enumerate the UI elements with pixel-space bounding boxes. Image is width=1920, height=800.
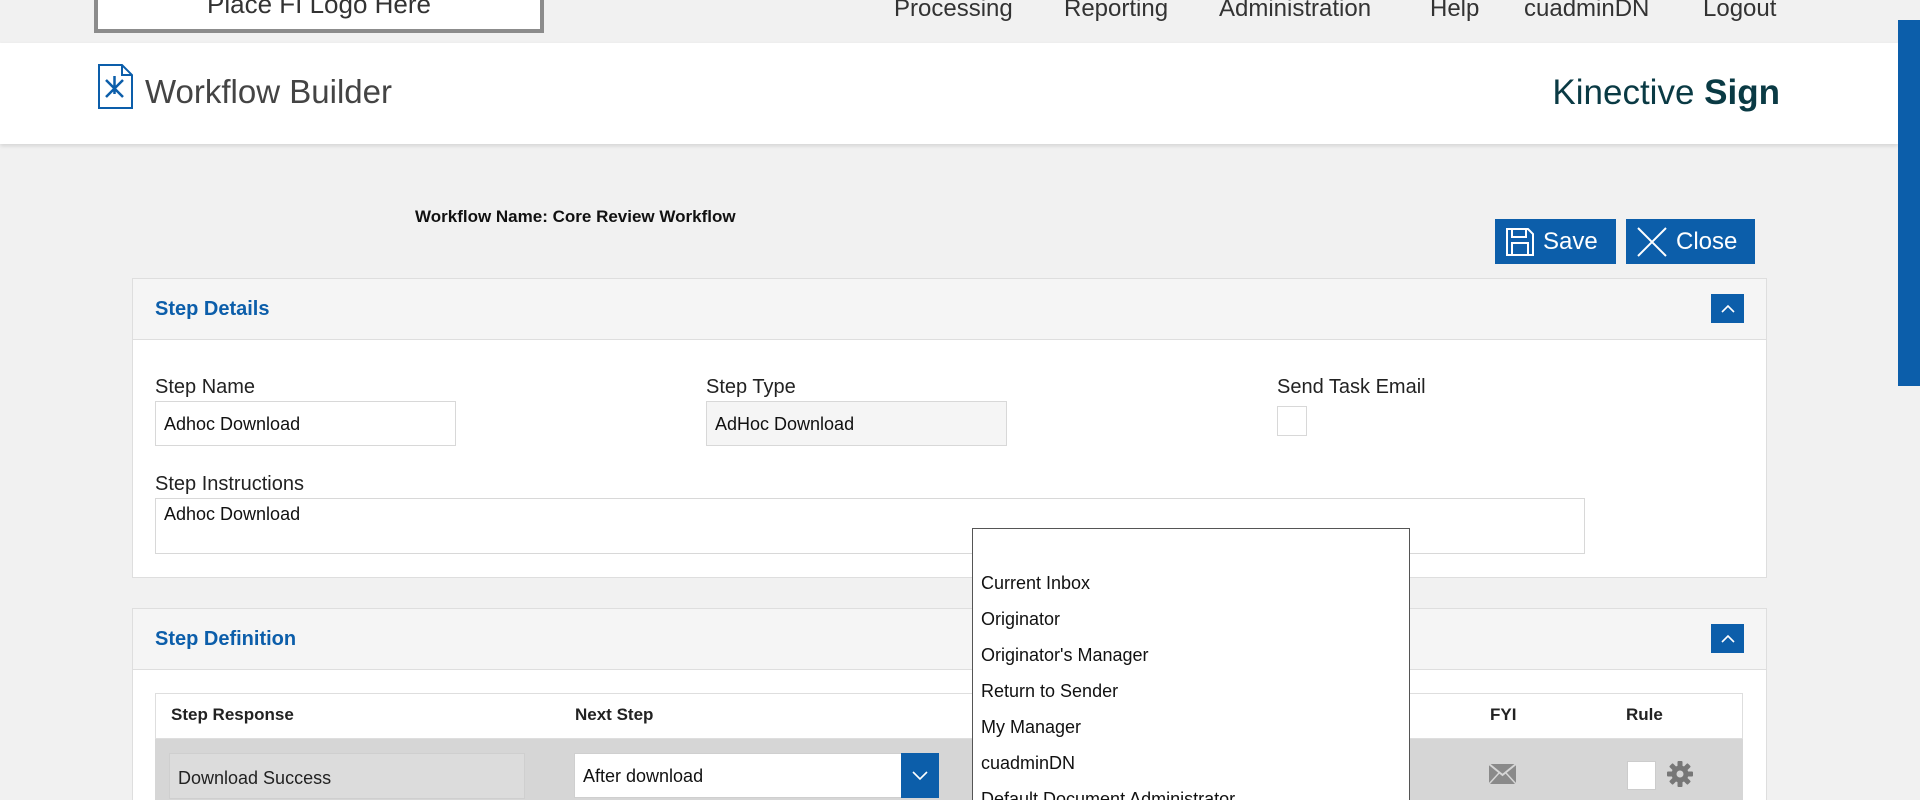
step-details-panel: Step Details Step Name Adhoc Download St… bbox=[132, 278, 1767, 578]
nav-reporting[interactable]: Reporting bbox=[1064, 0, 1168, 23]
option-default-document-administrator[interactable]: Default Document Administrator bbox=[981, 789, 1235, 800]
nav-processing[interactable]: Processing bbox=[894, 0, 1013, 23]
workflow-builder-icon bbox=[98, 64, 133, 109]
table-row: Download Success After download bbox=[155, 739, 1743, 800]
step-instructions-label: Step Instructions bbox=[155, 473, 304, 495]
logo-text: Place FI Logo Here bbox=[206, 0, 431, 19]
top-navigation: Place FI Logo Here Processing Reporting … bbox=[0, 0, 1920, 43]
step-type-field: AdHoc Download bbox=[706, 401, 1007, 446]
gear-icon[interactable] bbox=[1666, 760, 1694, 788]
send-task-email-checkbox[interactable] bbox=[1277, 406, 1307, 436]
option-current-inbox[interactable]: Current Inbox bbox=[981, 573, 1090, 594]
nav-user[interactable]: cuadminDN bbox=[1524, 0, 1649, 23]
workflow-name: Workflow Name: Core Review Workflow bbox=[415, 207, 736, 227]
brand-bold: Sign bbox=[1704, 73, 1780, 112]
chevron-down-icon bbox=[912, 770, 928, 780]
step-details-title: Step Details bbox=[155, 298, 270, 320]
col-step-response: Step Response bbox=[171, 705, 294, 724]
brand-light: Kinective bbox=[1552, 73, 1695, 112]
nav-logout[interactable]: Logout bbox=[1703, 0, 1776, 23]
save-icon bbox=[1506, 227, 1534, 256]
step-name-input[interactable]: Adhoc Download bbox=[155, 401, 456, 446]
rule-checkbox[interactable] bbox=[1627, 761, 1656, 790]
col-fyi: FYI bbox=[1490, 705, 1517, 724]
brand-logo: Kinective Sign bbox=[1552, 73, 1780, 113]
step-details-collapse-button[interactable] bbox=[1711, 294, 1744, 323]
col-next-step: Next Step bbox=[575, 705, 654, 724]
envelope-icon[interactable] bbox=[1489, 764, 1516, 784]
col-rule: Rule bbox=[1626, 705, 1663, 724]
option-my-manager[interactable]: My Manager bbox=[981, 717, 1081, 738]
chevron-up-icon bbox=[1720, 304, 1735, 313]
step-response-cell: Download Success bbox=[169, 753, 525, 799]
logo-placeholder: Place FI Logo Here bbox=[94, 0, 544, 33]
close-label: Close bbox=[1676, 227, 1738, 255]
nav-help[interactable]: Help bbox=[1430, 0, 1479, 23]
page-title: Workflow Builder bbox=[145, 73, 392, 110]
step-definition-title: Step Definition bbox=[155, 628, 297, 650]
send-task-email-label: Send Task Email bbox=[1277, 376, 1426, 398]
option-cuadmindn[interactable]: cuadminDN bbox=[981, 753, 1075, 774]
step-definition-table-header: Step Response Next Step FYI Rule bbox=[155, 693, 1743, 739]
step-details-header: Step Details bbox=[133, 279, 1766, 340]
option-return-to-sender[interactable]: Return to Sender bbox=[981, 681, 1118, 702]
chevron-up-icon bbox=[1720, 634, 1735, 643]
step-definition-header: Step Definition bbox=[133, 609, 1766, 670]
next-step-select[interactable]: After download bbox=[574, 753, 936, 798]
step-definition-collapse-button[interactable] bbox=[1711, 624, 1744, 653]
workflow-name-value: Core Review Workflow bbox=[552, 207, 736, 226]
step-definition-panel: Step Definition Step Response Next Step … bbox=[132, 608, 1767, 800]
option-originator[interactable]: Originator bbox=[981, 609, 1060, 630]
step-type-label: Step Type bbox=[706, 376, 796, 398]
close-icon bbox=[1637, 226, 1667, 257]
close-button[interactable]: Close bbox=[1626, 219, 1755, 264]
nav-administration[interactable]: Administration bbox=[1219, 0, 1371, 23]
next-step-dropdown-button[interactable] bbox=[901, 753, 939, 798]
save-button[interactable]: Save bbox=[1495, 219, 1616, 264]
scrollbar-thumb[interactable] bbox=[1898, 20, 1920, 386]
workflow-name-label: Workflow Name: bbox=[415, 207, 548, 226]
option-originators-manager[interactable]: Originator's Manager bbox=[981, 645, 1149, 666]
page-header: Workflow Builder Kinective Sign bbox=[0, 43, 1898, 144]
next-step-options-list: Current Inbox Originator Originator's Ma… bbox=[972, 528, 1410, 800]
save-label: Save bbox=[1543, 227, 1598, 255]
step-name-label: Step Name bbox=[155, 376, 256, 398]
